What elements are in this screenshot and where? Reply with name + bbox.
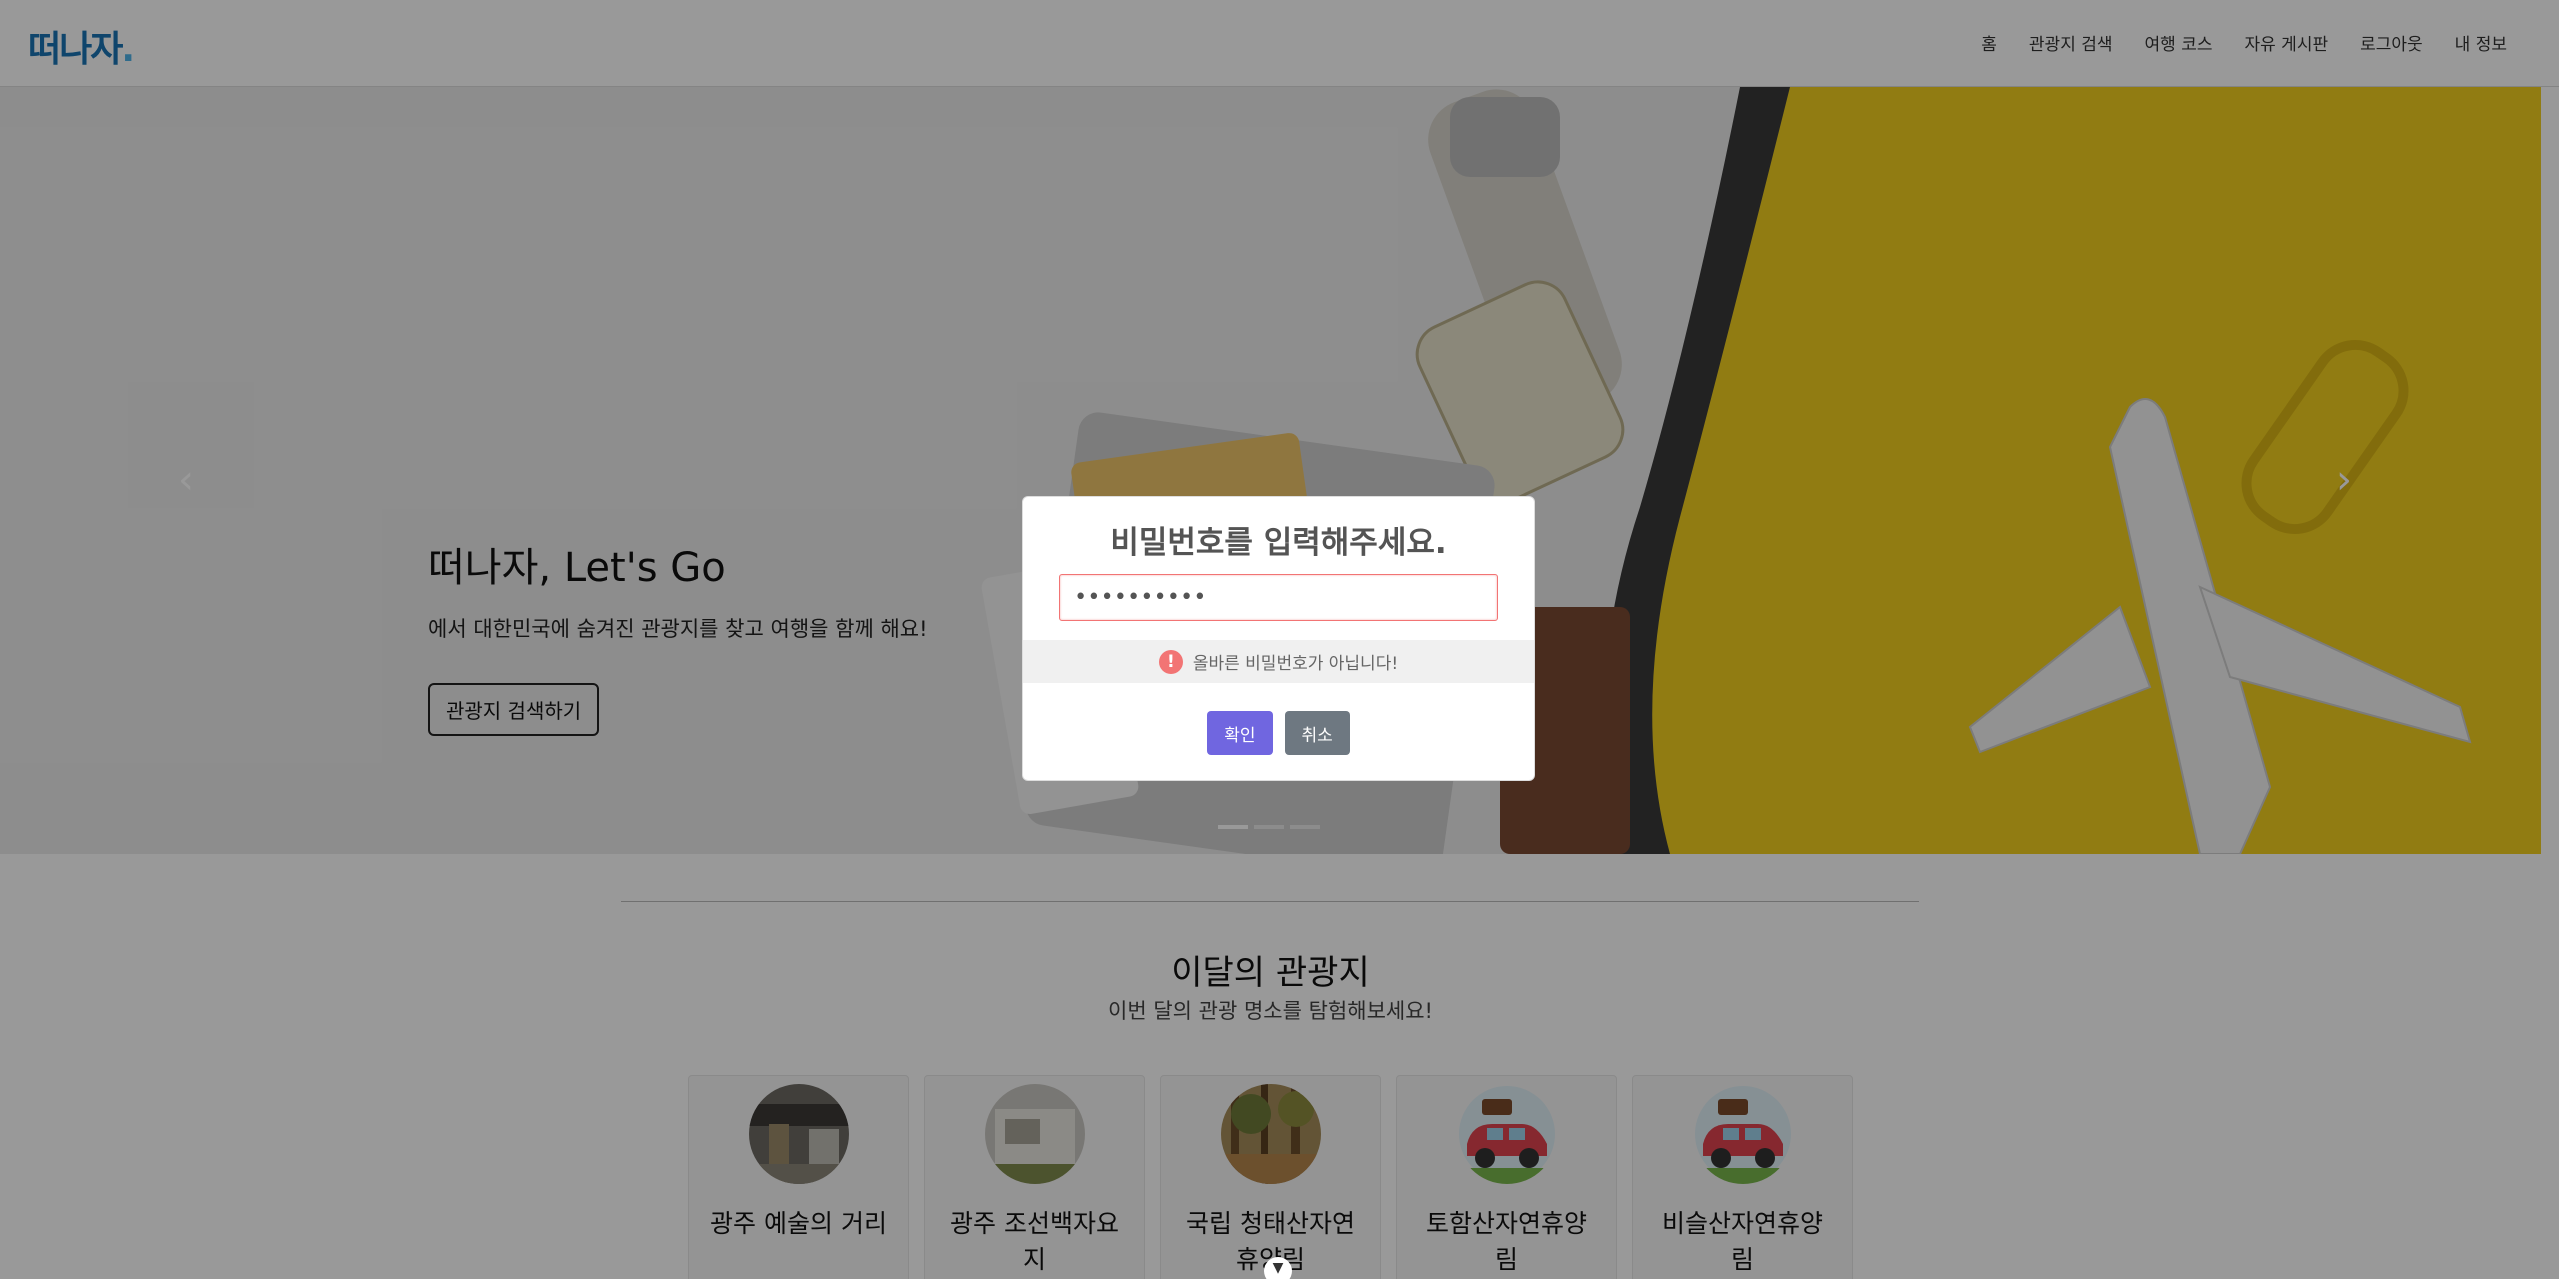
cancel-button[interactable]: 취소 [1284,711,1350,755]
scroll-down-icon[interactable]: ▼ [1264,1257,1292,1279]
validation-message: ! 올바른 비밀번호가 아닙니다! [1023,640,1534,683]
validation-text: 올바른 비밀번호가 아닙니다! [1192,654,1399,674]
dialog-title: 비밀번호를 입력해주세요. [1110,525,1447,561]
password-dialog: 비밀번호를 입력해주세요. ! 올바른 비밀번호가 아닙니다! 확인 취소 [1023,497,1534,780]
dialog-actions: 확인 취소 [1023,711,1534,755]
error-icon: ! [1158,649,1183,674]
password-input[interactable] [1059,574,1498,621]
confirm-button[interactable]: 확인 [1207,711,1273,755]
